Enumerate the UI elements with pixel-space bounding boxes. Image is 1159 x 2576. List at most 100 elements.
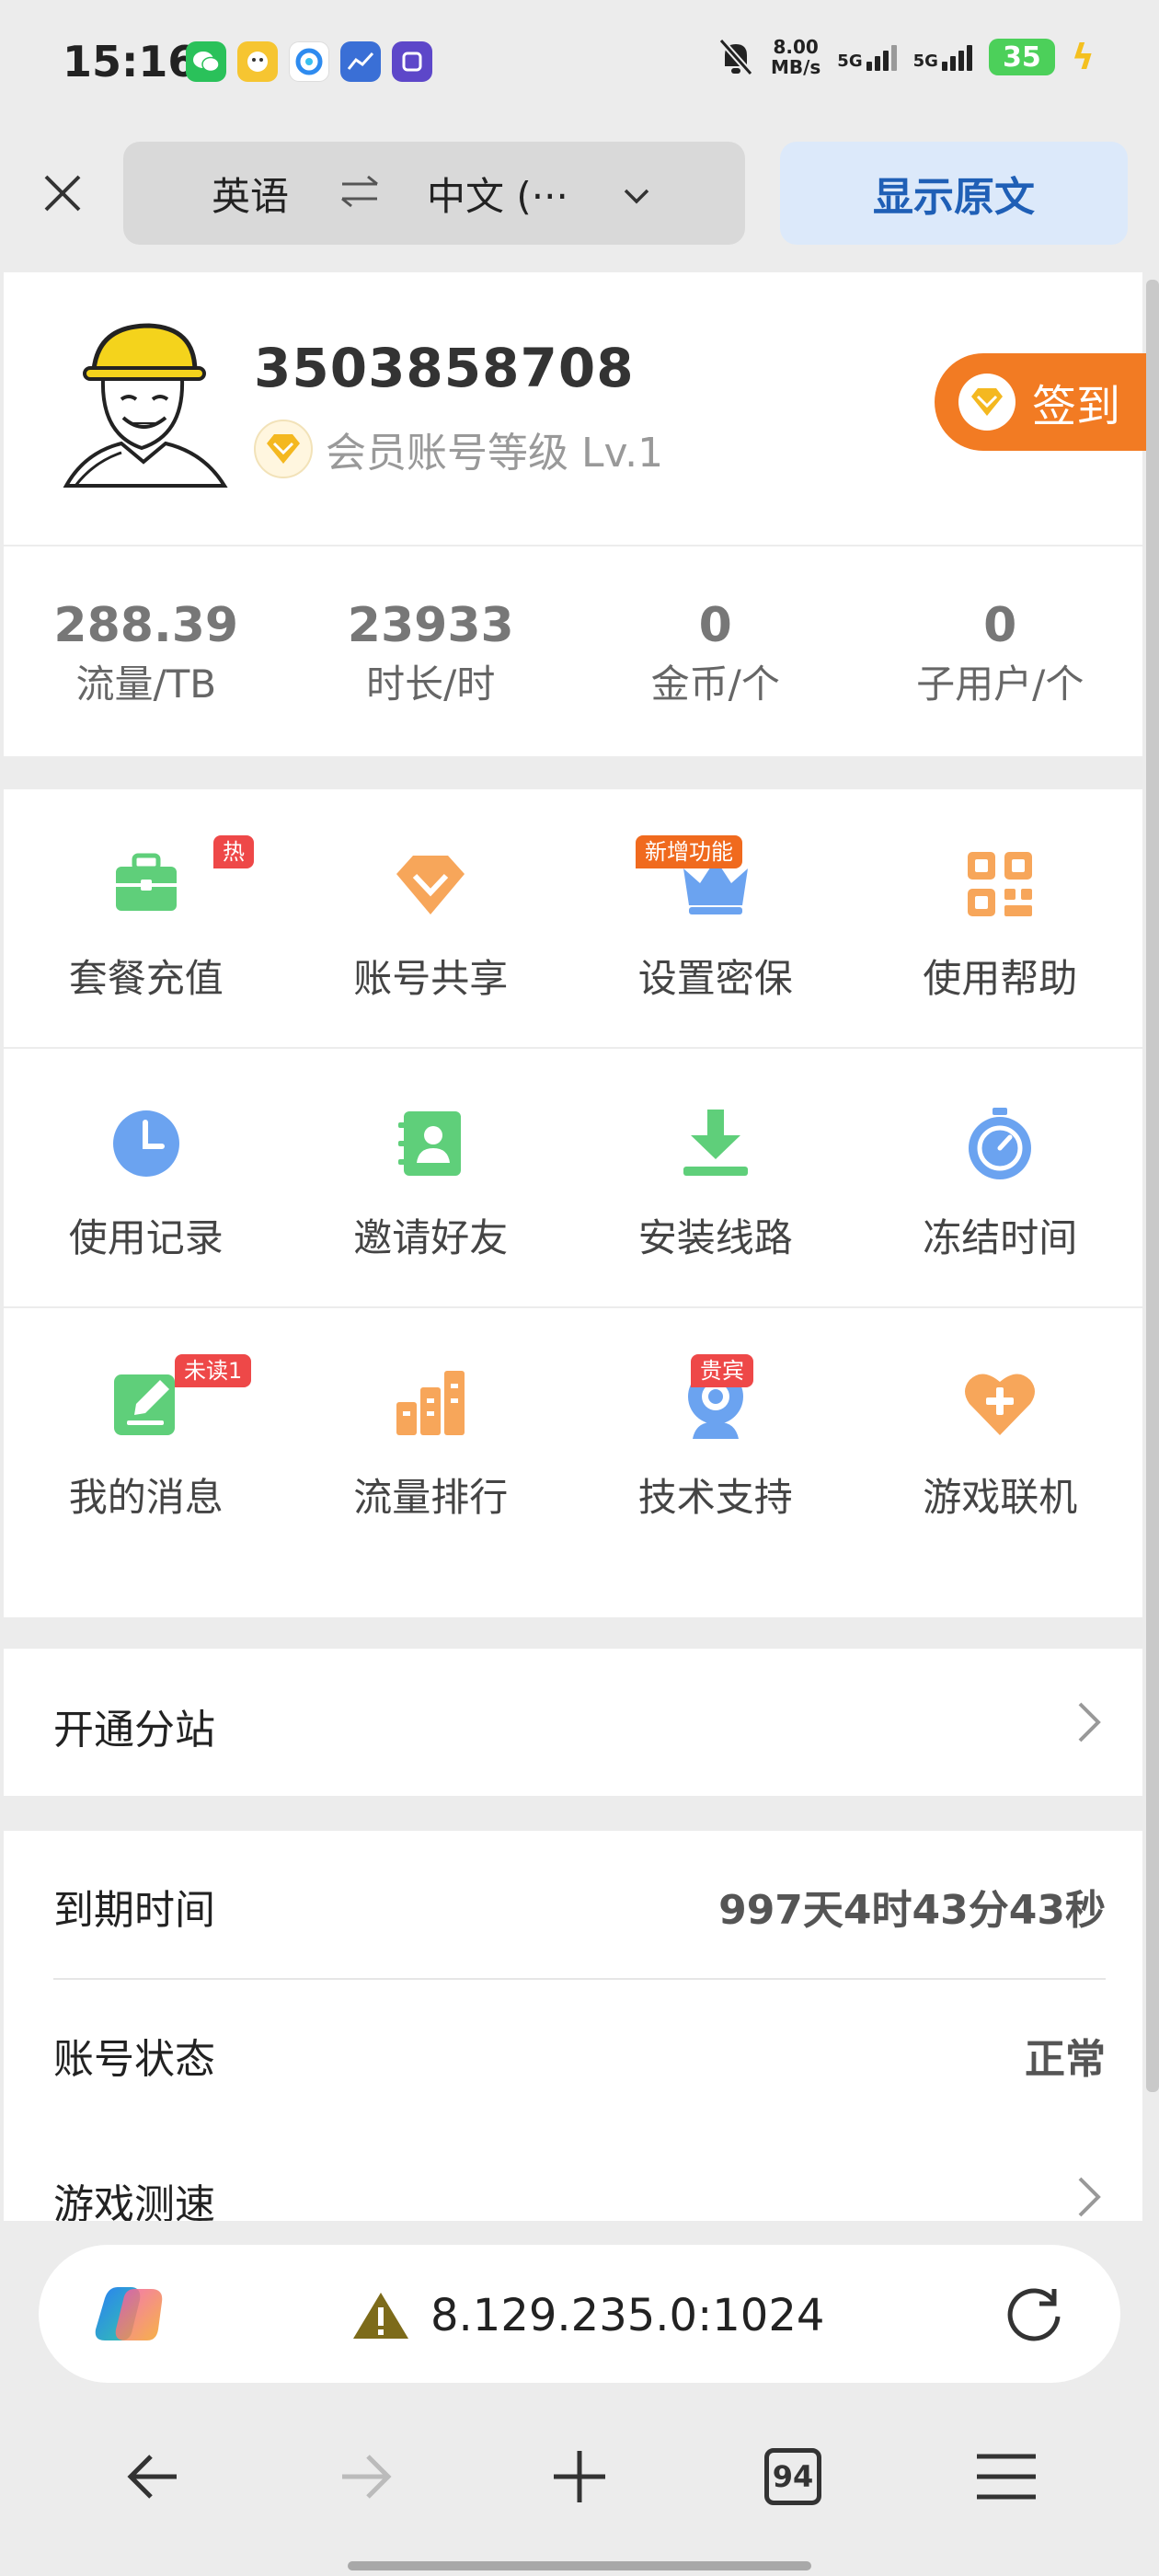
- language-selector[interactable]: 英语 中文 (···: [123, 142, 745, 245]
- grid-item-tech-support[interactable]: 贵宾 技术支持: [573, 1308, 858, 1566]
- chevron-down-icon[interactable]: [620, 177, 653, 222]
- open-branch-row[interactable]: 开通分站: [4, 1649, 1142, 1796]
- grid-item-usage-log[interactable]: 使用记录: [4, 1049, 289, 1306]
- heart-plus-icon: [965, 1374, 1036, 1435]
- arrow-left-icon: [127, 2455, 177, 2499]
- browser-icon: [289, 41, 329, 82]
- stat-label: 流量/TB: [75, 661, 217, 707]
- scrollbar[interactable]: [1146, 280, 1159, 2092]
- grid-item-security-question[interactable]: 新增功能 设置密保: [573, 789, 858, 1047]
- browser-nav: 94: [0, 2421, 1159, 2532]
- stat-coins: 0 金币/个: [573, 546, 858, 756]
- signal-2: 5G: [913, 43, 972, 71]
- tabs-button[interactable]: 94: [752, 2435, 834, 2518]
- new-tab-button[interactable]: [538, 2435, 621, 2518]
- notification-icons: [186, 41, 432, 82]
- tabs-count: 94: [764, 2448, 821, 2505]
- mute-bell-icon: [718, 38, 753, 76]
- grid-item-label: 账号共享: [353, 956, 509, 1001]
- game-speedtest-label[interactable]: 游戏测速: [53, 2171, 215, 2221]
- warning-icon[interactable]: [351, 2289, 410, 2342]
- stat-value: 0: [983, 598, 1017, 653]
- grid-item-label: 流量排行: [353, 1475, 509, 1520]
- edit-message-icon: [113, 1374, 175, 1435]
- address-bar[interactable]: 8.129.235.0:1024: [39, 2245, 1120, 2383]
- arrow-right-icon: [342, 2455, 392, 2499]
- copilot-icon[interactable]: [90, 2282, 166, 2346]
- grid-item-label: 使用记录: [68, 1215, 224, 1260]
- grid-item-label: 使用帮助: [923, 956, 1078, 1001]
- contact-book-icon: [398, 1111, 462, 1176]
- avatar[interactable]: [57, 315, 232, 489]
- stat-label: 子用户/个: [916, 661, 1084, 707]
- url-display[interactable]: 8.129.235.0:1024: [351, 2289, 824, 2342]
- signal-bars-icon: [941, 43, 972, 71]
- grid-item-freeze-time[interactable]: 冻结时间: [858, 1049, 1143, 1306]
- badge-vip: 贵宾: [691, 1354, 753, 1387]
- member-level: 会员账号等级 Lv.1: [254, 420, 663, 478]
- clock-icon: [112, 1110, 179, 1177]
- stat-label: 金币/个: [650, 661, 780, 707]
- open-branch-label: 开通分站: [53, 1707, 215, 1754]
- swap-languages-icon[interactable]: [339, 173, 381, 219]
- grid-item-traffic-ranking[interactable]: 流量排行: [289, 1308, 574, 1566]
- member-level-text: 会员账号等级 Lv.1: [326, 430, 664, 477]
- menu-button[interactable]: [965, 2435, 1048, 2518]
- briefcase-icon: [115, 853, 177, 911]
- grid-row: 使用记录 邀请好友 安装线路 冻结时间: [4, 1049, 1142, 1306]
- grid-item-label: 设置密保: [637, 956, 793, 1001]
- stopwatch-icon: [969, 1108, 1032, 1179]
- grid-item-game-connect[interactable]: 游戏联机: [858, 1308, 1143, 1566]
- grid-item-label: 游戏联机: [923, 1475, 1078, 1520]
- show-original-button[interactable]: 显示原文: [780, 142, 1128, 245]
- stat-value: 23933: [347, 598, 514, 653]
- browser-bottom-bar: 8.129.235.0:1024 94: [0, 2221, 1159, 2576]
- status-bar: 15:16 8.00 MB/s 5G 5G 35 ϟ: [0, 0, 1159, 121]
- account-status-value: 正常: [1025, 2036, 1106, 2083]
- grid-row: 热 套餐充值 账号共享 新增功能 设置密保 使用帮助: [4, 789, 1142, 1047]
- back-button[interactable]: [111, 2435, 194, 2518]
- target-language[interactable]: 中文 (···: [427, 166, 568, 222]
- chevron-right-icon[interactable]: [1073, 2173, 1106, 2221]
- forward-button[interactable]: [325, 2435, 407, 2518]
- stat-value: 0: [698, 598, 732, 653]
- signin-button[interactable]: 签到: [935, 353, 1148, 451]
- badge-hot: 热: [213, 835, 254, 868]
- account-status-label: 账号状态: [53, 2036, 215, 2083]
- plus-icon: [554, 2451, 605, 2502]
- reload-icon[interactable]: [1003, 2283, 1065, 2346]
- signal-bars-icon: [866, 43, 897, 71]
- signal-1: 5G: [837, 43, 897, 71]
- expire-label: 到期时间: [53, 1887, 215, 1934]
- vip-diamond-icon: [254, 420, 313, 478]
- grid-item-help[interactable]: 使用帮助: [858, 789, 1143, 1047]
- grid-item-invite-friends[interactable]: 邀请好友: [289, 1049, 574, 1306]
- translate-bar: 英语 中文 (··· 显示原文: [0, 121, 1159, 272]
- grid-item-install-route[interactable]: 安装线路: [573, 1049, 858, 1306]
- home-indicator[interactable]: [348, 2561, 811, 2570]
- source-language[interactable]: 英语: [212, 166, 289, 222]
- profile-card: 3503858708 会员账号等级 Lv.1 签到: [4, 272, 1148, 545]
- stat-label: 时长/时: [366, 661, 496, 707]
- signin-label: 签到: [1032, 381, 1121, 432]
- battery-indicator: 35: [988, 39, 1055, 75]
- grid-item-recharge[interactable]: 热 套餐充值: [4, 789, 289, 1047]
- diamond-icon: [396, 856, 465, 914]
- grid-item-messages[interactable]: 未读1 我的消息: [4, 1308, 289, 1566]
- stats-row: 288.39 流量/TB 23933 时长/时 0 金币/个 0 子用户/个: [4, 546, 1142, 756]
- hamburger-menu-icon: [977, 2454, 1036, 2500]
- grid-item-account-share[interactable]: 账号共享: [289, 789, 574, 1047]
- grid-item-label: 技术支持: [637, 1475, 793, 1520]
- username: 3503858708: [254, 337, 635, 399]
- grid-item-label: 邀请好友: [353, 1215, 509, 1260]
- web-content[interactable]: 3503858708 会员账号等级 Lv.1 签到 288.39 流量/TB 2…: [0, 272, 1159, 2221]
- grid-item-label: 安装线路: [637, 1215, 793, 1260]
- wechat-icon: [186, 41, 226, 82]
- chart-app-icon: [340, 41, 381, 82]
- url-text[interactable]: 8.129.235.0:1024: [430, 2290, 824, 2341]
- grid-item-label: 我的消息: [68, 1475, 224, 1520]
- expire-value: 997天4时43分43秒: [718, 1887, 1106, 1934]
- grid-item-label: 冻结时间: [923, 1215, 1078, 1260]
- close-icon[interactable]: [37, 167, 88, 219]
- badge-new-feature: 新增功能: [636, 835, 742, 868]
